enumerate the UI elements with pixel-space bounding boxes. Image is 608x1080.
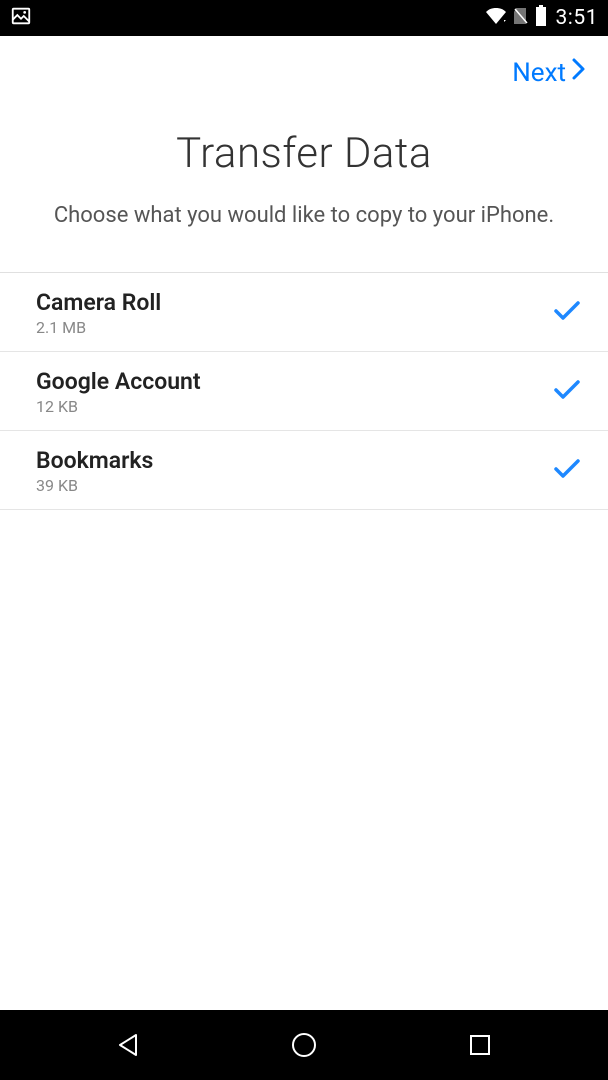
check-icon (554, 459, 588, 483)
page-subtitle: Choose what you would like to copy to yo… (40, 200, 568, 232)
chevron-right-icon (568, 56, 588, 89)
list-item-camera-roll[interactable]: Camera Roll 2.1 MB (0, 273, 608, 352)
check-icon (554, 380, 588, 404)
home-button[interactable] (274, 1015, 334, 1075)
recent-apps-button[interactable] (450, 1015, 510, 1075)
main-content: Next Transfer Data Choose what you would… (0, 36, 608, 1010)
check-icon (554, 301, 588, 325)
page-title: Transfer Data (40, 129, 568, 178)
status-left (10, 5, 32, 31)
item-label: Bookmarks (36, 447, 153, 474)
header: Transfer Data Choose what you would like… (0, 99, 608, 272)
item-label: Google Account (36, 368, 201, 395)
image-icon (10, 5, 32, 31)
status-right: 3:51 (484, 5, 599, 31)
item-label: Camera Roll (36, 289, 161, 316)
next-button[interactable]: Next (512, 56, 588, 89)
battery-icon (534, 5, 548, 31)
status-bar: 3:51 (0, 0, 608, 36)
item-size: 12 KB (36, 397, 201, 416)
item-text: Camera Roll 2.1 MB (36, 289, 161, 337)
navigation-bar (0, 1010, 608, 1080)
sim-icon (512, 6, 530, 30)
clock: 3:51 (556, 6, 599, 30)
item-text: Bookmarks 39 KB (36, 447, 153, 495)
top-nav: Next (0, 36, 608, 99)
list-item-google-account[interactable]: Google Account 12 KB (0, 352, 608, 431)
back-button[interactable] (98, 1015, 158, 1075)
list-item-bookmarks[interactable]: Bookmarks 39 KB (0, 431, 608, 510)
wifi-icon (484, 6, 508, 30)
item-size: 39 KB (36, 476, 153, 495)
next-label: Next (512, 58, 566, 88)
item-text: Google Account 12 KB (36, 368, 201, 416)
data-list: Camera Roll 2.1 MB Google Account 12 KB (0, 272, 608, 510)
item-size: 2.1 MB (36, 318, 161, 337)
